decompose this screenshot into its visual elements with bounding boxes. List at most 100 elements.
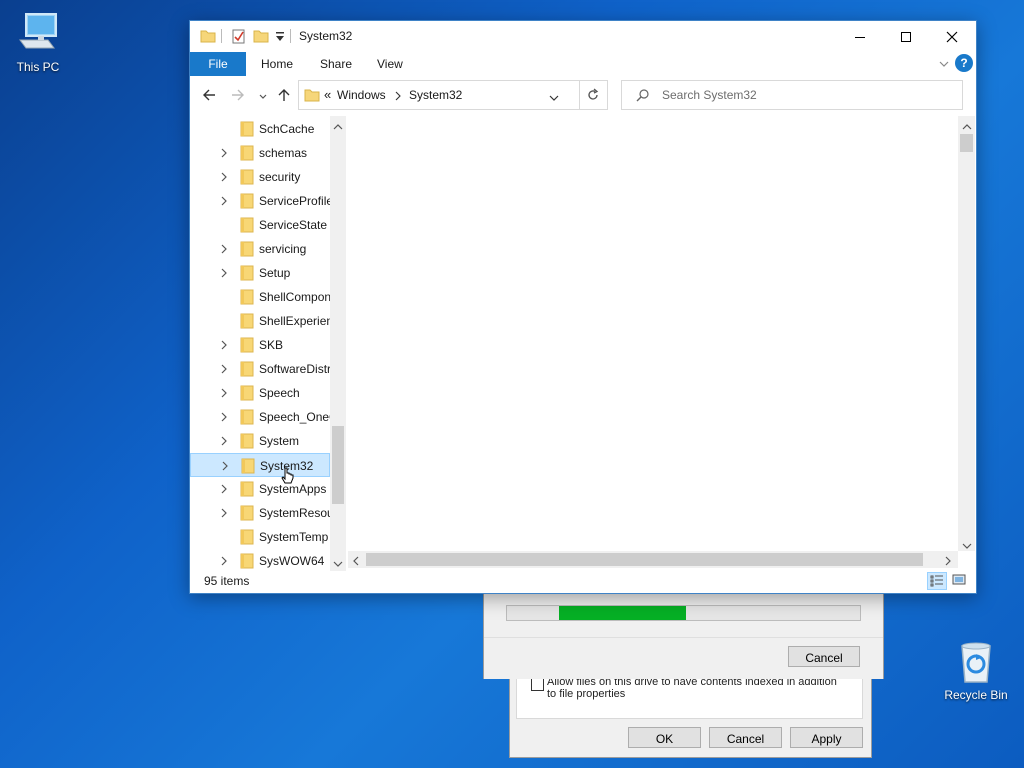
minimize-button[interactable]	[837, 21, 883, 52]
expand-chevron-icon[interactable]	[220, 243, 230, 255]
search-box[interactable]: Search System32	[621, 80, 963, 110]
tree-item[interactable]: ShellExperiences	[190, 309, 331, 333]
help-icon[interactable]: ?	[955, 54, 973, 72]
expand-chevron-icon[interactable]	[220, 507, 230, 519]
large-icons-view-button[interactable]	[950, 572, 970, 590]
tree-item[interactable]: SKB	[190, 333, 330, 357]
desktop-icon-label: Recycle Bin	[944, 688, 1008, 702]
tab-file[interactable]: File	[190, 52, 246, 76]
tree-item[interactable]: SystemTemp	[190, 525, 330, 549]
refresh-button[interactable]	[579, 81, 607, 109]
address-dropdown-icon[interactable]	[549, 91, 559, 105]
indexing-checkbox[interactable]	[531, 678, 544, 691]
expand-chevron-icon[interactable]	[220, 555, 230, 567]
large-icons-view-icon	[952, 574, 966, 585]
expand-chevron-icon[interactable]	[220, 483, 230, 495]
indexing-checkbox-label: Allow files on this drive to have conten…	[547, 676, 837, 700]
breadcrumb-separator-icon[interactable]	[394, 90, 402, 104]
scroll-right-icon[interactable]	[944, 555, 952, 569]
forward-arrow-icon[interactable]	[231, 88, 245, 105]
expand-chevron-icon[interactable]	[220, 363, 230, 375]
cancel-button[interactable]: Cancel	[709, 727, 782, 748]
back-arrow-icon[interactable]	[202, 88, 216, 105]
properties-icon[interactable]	[231, 28, 247, 47]
ok-button[interactable]: OK	[628, 727, 701, 748]
tree-item[interactable]: ServiceProfiles	[190, 189, 331, 213]
tree-item[interactable]: SoftwareDistribution	[190, 357, 331, 381]
tab-share[interactable]: Share	[320, 52, 352, 76]
tree-item[interactable]: SystemApps	[190, 477, 330, 501]
desktop-icon-label: This PC	[16, 60, 60, 74]
tree-item-label: Setup	[259, 266, 291, 280]
expand-chevron-icon[interactable]	[220, 147, 230, 159]
expand-chevron-icon[interactable]	[220, 411, 230, 423]
scrollbar-thumb[interactable]	[960, 134, 973, 152]
tree-item[interactable]: System	[190, 429, 330, 453]
scrollbar-thumb[interactable]	[332, 426, 344, 504]
search-input-placeholder: Search System32	[662, 88, 757, 102]
up-arrow-icon[interactable]	[277, 88, 291, 105]
tree-item[interactable]: schemas	[190, 141, 330, 165]
tree-item[interactable]: ServiceState	[190, 213, 330, 237]
cancel-button[interactable]: Cancel	[788, 646, 860, 667]
desktop-icon-this-pc[interactable]: This PC	[0, 10, 76, 74]
tree-item[interactable]: security	[190, 165, 330, 189]
expand-chevron-icon[interactable]	[220, 339, 230, 351]
file-list-horizontal-scrollbar[interactable]	[348, 551, 958, 568]
tree-item[interactable]: System32	[190, 453, 330, 477]
expand-chevron-icon[interactable]	[221, 460, 231, 472]
tree-item-label: Speech	[259, 386, 300, 400]
scroll-down-icon[interactable]	[962, 539, 972, 553]
expand-chevron-icon[interactable]	[220, 387, 230, 399]
tree-item[interactable]: Setup	[190, 261, 330, 285]
expand-chevron-icon[interactable]	[220, 195, 230, 207]
tab-view[interactable]: View	[377, 52, 403, 76]
tree-item[interactable]: SchCache	[190, 117, 330, 141]
tree-item-label: SystemResources	[259, 506, 331, 520]
address-bar[interactable]: « Windows System32	[298, 80, 608, 110]
maximize-button[interactable]	[883, 21, 929, 52]
scroll-down-icon[interactable]	[333, 557, 343, 571]
folder-icon	[240, 193, 254, 209]
tree-item[interactable]: SysWOW64	[190, 549, 330, 571]
tree-item[interactable]: Speech_OneCore	[190, 405, 331, 429]
folder-icon	[240, 169, 254, 185]
window-title: System32	[299, 29, 353, 43]
navigation-pane-scrollbar[interactable]	[330, 116, 346, 571]
expand-chevron-icon[interactable]	[220, 267, 230, 279]
navigation-bar: « Windows System32 Search System32	[190, 76, 976, 116]
address-overflow[interactable]: «	[324, 87, 331, 102]
breadcrumb-windows[interactable]: Windows	[337, 88, 386, 102]
expand-ribbon-icon[interactable]	[938, 58, 950, 72]
recycle-bin-icon	[952, 638, 1000, 686]
explorer-window: System32 File Home Share View ? « Window…	[189, 20, 977, 594]
scroll-up-icon[interactable]	[962, 120, 972, 134]
file-list-area[interactable]	[348, 116, 958, 551]
apply-button[interactable]: Apply	[790, 727, 863, 748]
breadcrumb-system32[interactable]: System32	[409, 88, 462, 102]
progress-bar-fill	[558, 606, 686, 620]
expand-chevron-icon[interactable]	[220, 435, 230, 447]
title-bar[interactable]: System32	[190, 21, 976, 52]
close-button[interactable]	[929, 21, 975, 52]
new-folder-icon[interactable]	[253, 28, 269, 47]
scroll-left-icon[interactable]	[352, 555, 360, 569]
customize-quick-access-icon[interactable]	[275, 31, 285, 46]
divider	[221, 29, 222, 43]
scroll-up-icon[interactable]	[333, 120, 343, 134]
tab-home[interactable]: Home	[261, 52, 293, 76]
details-view-button[interactable]	[927, 572, 947, 590]
folder-icon	[240, 433, 254, 449]
scrollbar-thumb[interactable]	[366, 553, 923, 566]
tree-item[interactable]: ShellComponents	[190, 285, 331, 309]
expand-chevron-icon[interactable]	[220, 171, 230, 183]
divider	[290, 29, 291, 43]
folder-icon	[240, 553, 254, 569]
tree-item[interactable]: servicing	[190, 237, 330, 261]
desktop-icon-recycle-bin[interactable]: Recycle Bin	[936, 638, 1016, 702]
tree-item[interactable]: Speech	[190, 381, 330, 405]
tree-item[interactable]: SystemResources	[190, 501, 331, 525]
recent-locations-chevron-icon[interactable]	[258, 90, 268, 104]
navigation-pane: SchCache schemas security ServiceProfiles Se…	[190, 116, 346, 571]
file-list-vertical-scrollbar[interactable]	[958, 116, 975, 551]
